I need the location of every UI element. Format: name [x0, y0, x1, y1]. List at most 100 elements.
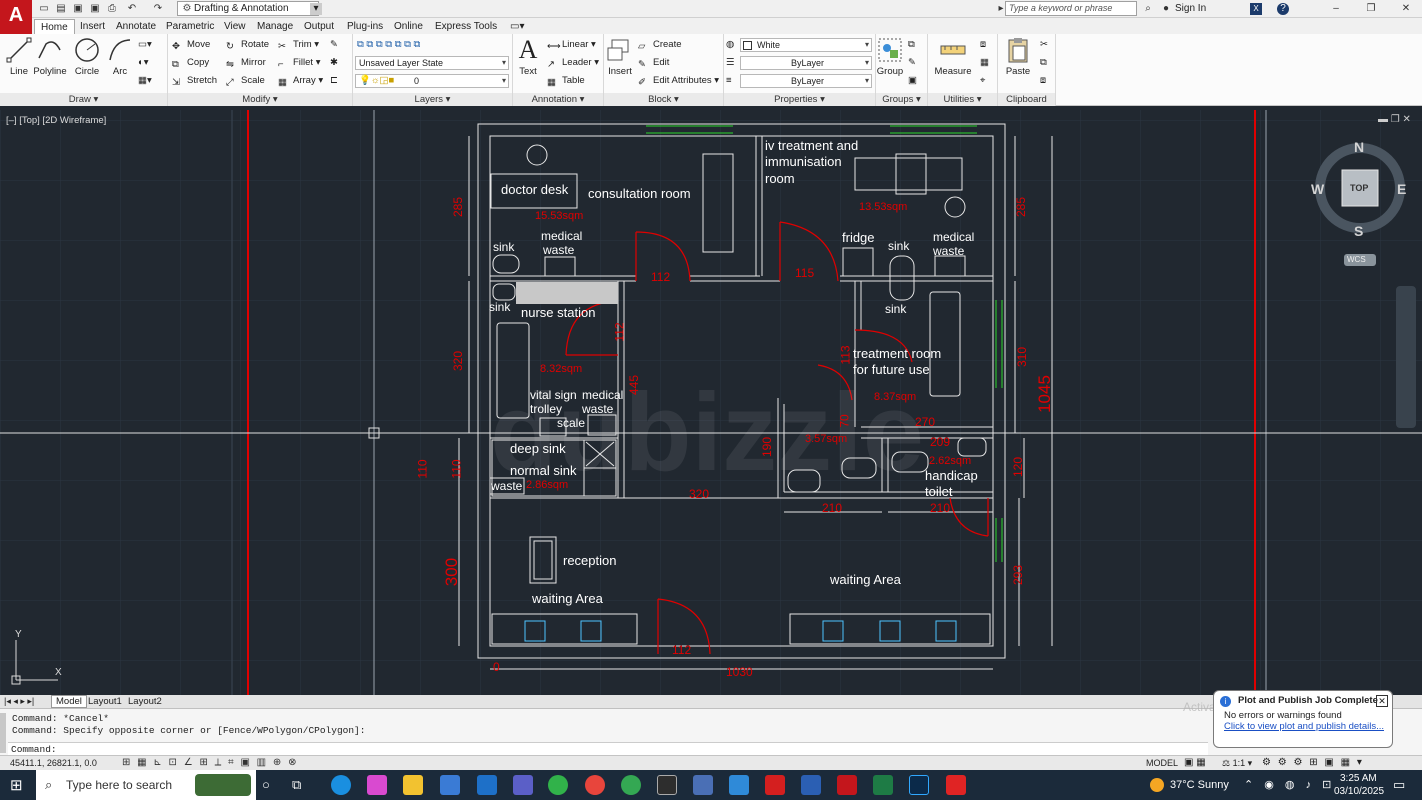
modify-panel-title[interactable]: Modify ▾: [168, 93, 352, 106]
edge-icon[interactable]: [331, 775, 351, 795]
calculator-icon[interactable]: ▦: [980, 56, 989, 70]
exchange-icon[interactable]: X: [1250, 3, 1262, 15]
tab-plugins[interactable]: Plug-ins: [347, 19, 383, 34]
annotation-scale[interactable]: ⚖ 1:1 ▾: [1222, 758, 1252, 769]
tab-model[interactable]: Model: [51, 695, 87, 708]
redo-icon[interactable]: ↷: [152, 3, 164, 15]
plot-icon[interactable]: ⎙: [106, 3, 118, 15]
sign-in-link[interactable]: Sign In: [1175, 3, 1206, 14]
group-select-icon[interactable]: ▣: [908, 74, 917, 88]
viewcube-south[interactable]: S: [1354, 223, 1363, 239]
copilot-icon[interactable]: [367, 775, 387, 795]
tab-output[interactable]: Output: [304, 19, 334, 34]
rectangle-icon[interactable]: ▭▾: [138, 38, 152, 52]
gradient-icon[interactable]: ▦▾: [138, 74, 152, 88]
array-tool[interactable]: ▦ Array ▾: [278, 74, 323, 88]
save-as-icon[interactable]: ▣: [89, 3, 101, 15]
viewcube-east[interactable]: E: [1397, 181, 1406, 197]
copy-base-icon[interactable]: ⧈: [1040, 74, 1046, 88]
ribbon-toggle-icon[interactable]: ▭▾: [510, 19, 524, 34]
open-icon[interactable]: ▤: [55, 3, 67, 15]
linetype-select[interactable]: ByLayer: [740, 56, 872, 70]
autocad-logo[interactable]: A: [0, 0, 32, 34]
save-icon[interactable]: ▣: [72, 3, 84, 15]
file-explorer-icon[interactable]: [403, 775, 423, 795]
paint-icon[interactable]: [729, 775, 749, 795]
viewport-window-controls[interactable]: ▬ ❐ ✕: [1378, 114, 1411, 125]
ungroup-icon[interactable]: ⧉: [908, 38, 915, 52]
annotation-panel-title[interactable]: Annotation ▾: [513, 93, 603, 106]
match-properties-icon[interactable]: ◍: [726, 38, 734, 52]
layer-tools-icon[interactable]: ⧉ ⧉ ⧉ ⧉ ⧉ ⧉ ⧉: [357, 38, 420, 52]
clipboard-panel-title[interactable]: Clipboard: [998, 93, 1055, 106]
autocad-taskbar-icon[interactable]: [837, 775, 857, 795]
store-icon[interactable]: [440, 775, 460, 795]
help-icon[interactable]: ?: [1277, 3, 1289, 15]
table-tool[interactable]: ▦ Table: [547, 74, 585, 88]
rotate-tool[interactable]: ↻ Rotate: [226, 38, 269, 52]
edit-attributes-tool[interactable]: ✐ Edit Attributes ▾: [638, 74, 719, 88]
qat-dropdown-icon[interactable]: ▾: [310, 3, 322, 15]
copy-clip-icon[interactable]: ⧉: [1040, 56, 1047, 70]
hatch-icon[interactable]: ◐▾: [138, 56, 149, 70]
viewcube-top[interactable]: TOP: [1350, 183, 1368, 193]
create-block-tool[interactable]: ▱ Create: [638, 38, 682, 52]
minimize-icon[interactable]: –: [1330, 3, 1342, 15]
notification-link[interactable]: Click to view plot and publish details..…: [1224, 721, 1386, 732]
search-input[interactable]: Type a keyword or phrase: [1005, 1, 1137, 16]
polyline-tool[interactable]: Polyline: [30, 36, 70, 77]
text-tool[interactable]: A Text: [511, 36, 545, 78]
copy-tool[interactable]: ⧉ Copy: [172, 56, 209, 70]
tab-home[interactable]: Home: [34, 19, 75, 34]
draw-panel-title[interactable]: Draw ▾: [0, 93, 167, 106]
command-grip[interactable]: [0, 713, 6, 753]
stretch-tool[interactable]: ⇲ Stretch: [172, 74, 217, 88]
color-select[interactable]: White: [740, 38, 872, 52]
paste-tool[interactable]: Paste: [1000, 36, 1036, 77]
move-tool[interactable]: ✥ Move: [172, 38, 210, 52]
model-space-toggle[interactable]: MODEL: [1146, 758, 1178, 768]
viewport-controls[interactable]: [–] [Top] [2D Wireframe]: [6, 115, 106, 126]
drawing-canvas[interactable]: dubizzle [–] [Top] [2D Wireframe] ▬ ❐ ✕ …: [0, 110, 1422, 695]
mirror-tool[interactable]: ⇋ Mirror: [226, 56, 266, 70]
undo-icon[interactable]: ↶: [126, 3, 138, 15]
excel-icon[interactable]: [873, 775, 893, 795]
clock-date[interactable]: 03/10/2025: [1334, 786, 1384, 797]
tab-parametric[interactable]: Parametric: [166, 19, 214, 34]
status-tray-icons[interactable]: ⚙ ⚙ ⚙ ⊞ ▣ ▦ ▾: [1262, 757, 1364, 768]
properties-panel-title[interactable]: Properties ▾: [724, 93, 875, 106]
viewcube-north[interactable]: N: [1354, 139, 1364, 155]
chrome-profile-icon[interactable]: [621, 775, 641, 795]
fillet-tool[interactable]: ⌐ Fillet ▾: [278, 56, 320, 70]
leader-tool[interactable]: ↗ Leader ▾: [547, 56, 599, 70]
tab-express-tools[interactable]: Express Tools: [435, 19, 497, 34]
group-tool[interactable]: Group: [872, 36, 908, 77]
calculator-app-icon[interactable]: [693, 775, 713, 795]
utilities-panel-title[interactable]: Utilities ▾: [928, 93, 997, 106]
insert-tool[interactable]: Insert: [602, 36, 638, 77]
trim-tool[interactable]: ✂ Trim ▾: [278, 38, 319, 52]
command-input[interactable]: Command:: [8, 742, 1208, 755]
erase-icon[interactable]: ✎: [330, 38, 338, 52]
windows-start-icon[interactable]: ⊞: [10, 776, 23, 794]
notification-center-icon[interactable]: ▭: [1393, 777, 1405, 793]
tab-annotate[interactable]: Annotate: [116, 19, 156, 34]
layer-state-select[interactable]: Unsaved Layer State: [355, 56, 509, 70]
chrome-icon[interactable]: [585, 775, 605, 795]
tab-nav-arrows[interactable]: |◂ ◂ ▸ ▸|: [4, 696, 34, 707]
close-icon[interactable]: ✕: [1400, 3, 1412, 15]
clock-time[interactable]: 3:25 AM: [1340, 773, 1377, 784]
drafting-toggles[interactable]: ⊞ ▦ ⊾ ⊡ ∠ ⊞ ⟂ ⌗ ▣ ▥ ⊕ ⊗: [122, 757, 298, 768]
id-point-icon[interactable]: ⌖: [980, 74, 985, 88]
whatsapp-icon[interactable]: [548, 775, 568, 795]
plot-notification[interactable]: i Plot and Publish Job Complete No error…: [1213, 690, 1393, 748]
edit-block-tool[interactable]: ✎ Edit: [638, 56, 669, 70]
security-icon[interactable]: [946, 775, 966, 795]
lineweight-select[interactable]: ByLayer: [740, 74, 872, 88]
tab-manage[interactable]: Manage: [257, 19, 293, 34]
cortana-icon[interactable]: ○: [262, 777, 270, 792]
tab-layout2[interactable]: Layout2: [128, 695, 162, 708]
groups-panel-title[interactable]: Groups ▾: [876, 93, 927, 106]
word-icon[interactable]: [801, 775, 821, 795]
workspace-dropdown[interactable]: Drafting & Annotation: [177, 1, 319, 16]
